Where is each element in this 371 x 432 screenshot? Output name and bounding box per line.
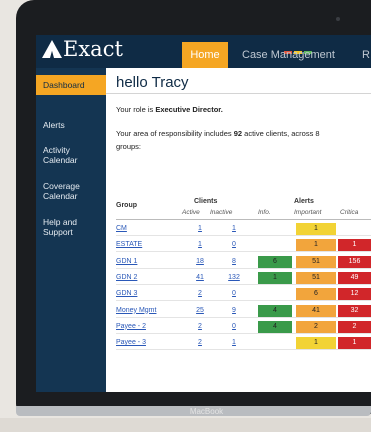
area-prefix: Your area of responsibility includes — [116, 129, 234, 138]
group-link[interactable]: Payee - 3 — [116, 337, 174, 349]
important-alert-cell[interactable]: 41 — [296, 304, 336, 317]
header-rule — [116, 219, 371, 220]
tab-home[interactable]: Home — [182, 42, 228, 68]
device-brand: MacBook — [189, 407, 224, 416]
active-count-link[interactable]: 2 — [194, 321, 206, 333]
role-value: Executive Director. — [155, 105, 223, 114]
table-row: ESTATE 1 0 1 1 — [116, 239, 371, 253]
role-text: Your role is Executive Director. — [116, 105, 223, 114]
header-important: Important — [294, 209, 322, 216]
info-alert-cell[interactable]: 4 — [258, 304, 292, 317]
divider — [106, 93, 371, 94]
critical-alert-cell[interactable]: 1 — [338, 337, 371, 350]
group-link[interactable]: Payee - 2 — [116, 321, 174, 333]
sidebar-item-activity-calendar[interactable]: Activity Calendar — [43, 145, 83, 165]
logo-text: Exact — [63, 37, 123, 61]
critical-alert-cell[interactable]: 49 — [338, 271, 371, 284]
sidebar-item-alerts[interactable]: Alerts — [43, 120, 65, 130]
inactive-count-link[interactable]: 8 — [226, 256, 242, 268]
tab-truncated[interactable]: R — [362, 42, 370, 68]
area-suffix: active clients, across 8 — [242, 129, 320, 138]
logo-mark-icon — [42, 40, 62, 58]
tab-case-management[interactable]: Case Management — [242, 42, 335, 68]
table-row: Payee - 220422 — [116, 320, 371, 334]
important-alert-cell[interactable]: 1 — [296, 239, 336, 252]
critical-alert-cell[interactable]: 32 — [338, 304, 371, 317]
sidebar: Dashboard Alerts Activity Calendar Cover… — [36, 68, 106, 392]
app-logo[interactable]: Exact — [42, 37, 123, 61]
sidebar-item-coverage-calendar[interactable]: Coverage Calendar — [43, 181, 87, 201]
header-alerts: Alerts — [294, 198, 314, 205]
table-row: Payee - 32111 — [116, 337, 371, 351]
active-count-link[interactable]: 1 — [194, 239, 206, 251]
inactive-count-link[interactable]: 132 — [226, 272, 242, 284]
group-link[interactable]: GDN 1 — [116, 256, 174, 268]
app-screen: Exact Home Case Management R Dashboard A… — [36, 35, 371, 392]
header-clients: Clients — [194, 198, 218, 205]
important-alert-cell[interactable]: 6 — [296, 288, 336, 301]
greeting-heading: hello Tracy — [116, 74, 189, 91]
table-row: GDN 3 2 0 6 12 — [116, 288, 371, 302]
table-row: Money Mgmt 25 9 4 41 32 — [116, 304, 371, 318]
main-content: hello Tracy Your role is Executive Direc… — [106, 68, 371, 392]
inactive-count-link[interactable]: 0 — [226, 239, 242, 251]
important-alert-cell[interactable]: 2 — [296, 320, 336, 333]
top-navigation-bar: Exact Home Case Management R — [36, 35, 371, 68]
header-active: Active — [182, 209, 200, 216]
client-count: 92 — [233, 129, 243, 138]
inactive-count-link[interactable]: 1 — [226, 223, 242, 235]
info-alert-cell[interactable] — [258, 239, 292, 251]
important-alert-cell[interactable]: 51 — [296, 271, 336, 284]
active-count-link[interactable]: 2 — [194, 288, 206, 300]
inactive-count-link[interactable]: 0 — [226, 321, 242, 333]
active-count-link[interactable]: 41 — [194, 272, 206, 284]
desk-surface — [0, 418, 371, 432]
header-info: Info. — [258, 209, 271, 216]
critical-alert-cell[interactable]: 2 — [338, 320, 371, 333]
critical-alert-cell[interactable]: 12 — [338, 288, 371, 301]
critical-alert-cell[interactable] — [338, 223, 371, 235]
inactive-count-link[interactable]: 0 — [226, 288, 242, 300]
active-count-link[interactable]: 2 — [194, 337, 206, 349]
group-link[interactable]: GDN 2 — [116, 272, 174, 284]
table-row: GDN 1 18 8 6 51 156 — [116, 255, 371, 269]
info-alert-cell[interactable] — [258, 288, 292, 300]
info-alert-cell[interactable] — [258, 337, 292, 349]
important-alert-cell[interactable]: 1 — [296, 223, 336, 235]
info-alert-cell[interactable]: 1 — [258, 271, 292, 284]
sidebar-item-help-support[interactable]: Help and Support — [43, 217, 87, 237]
critical-alert-cell[interactable]: 156 — [338, 255, 371, 268]
header-critical: Critica — [340, 209, 359, 216]
active-count-link[interactable]: 18 — [194, 256, 206, 268]
important-alert-cell[interactable]: 51 — [296, 255, 336, 268]
role-prefix: Your role is — [116, 105, 156, 114]
sidebar-item-dashboard[interactable]: Dashboard — [36, 75, 106, 95]
header-inactive: Inactive — [210, 209, 233, 216]
webcam — [336, 17, 340, 21]
group-link[interactable]: GDN 3 — [116, 288, 174, 300]
active-count-link[interactable]: 25 — [194, 305, 206, 317]
group-link[interactable]: Money Mgmt — [116, 305, 174, 317]
area-text: Your area of responsibility includes 92 … — [116, 127, 320, 153]
info-alert-cell[interactable] — [258, 223, 292, 235]
table-row: GDN 2 41 132 1 51 49 — [116, 271, 371, 285]
area-line2: groups: — [116, 142, 142, 151]
header-group: Group — [116, 202, 137, 209]
inactive-count-link[interactable]: 1 — [226, 337, 242, 349]
important-alert-cell[interactable]: 1 — [296, 337, 336, 350]
inactive-count-link[interactable]: 9 — [226, 305, 242, 317]
critical-alert-cell[interactable]: 1 — [338, 239, 371, 252]
table-row: CM 1 1 1 — [116, 223, 371, 236]
active-count-link[interactable]: 1 — [194, 223, 206, 235]
info-alert-cell[interactable]: 6 — [258, 255, 292, 268]
group-link[interactable]: CM — [116, 223, 174, 235]
group-link[interactable]: ESTATE — [116, 239, 174, 251]
info-alert-cell[interactable]: 4 — [258, 320, 292, 333]
